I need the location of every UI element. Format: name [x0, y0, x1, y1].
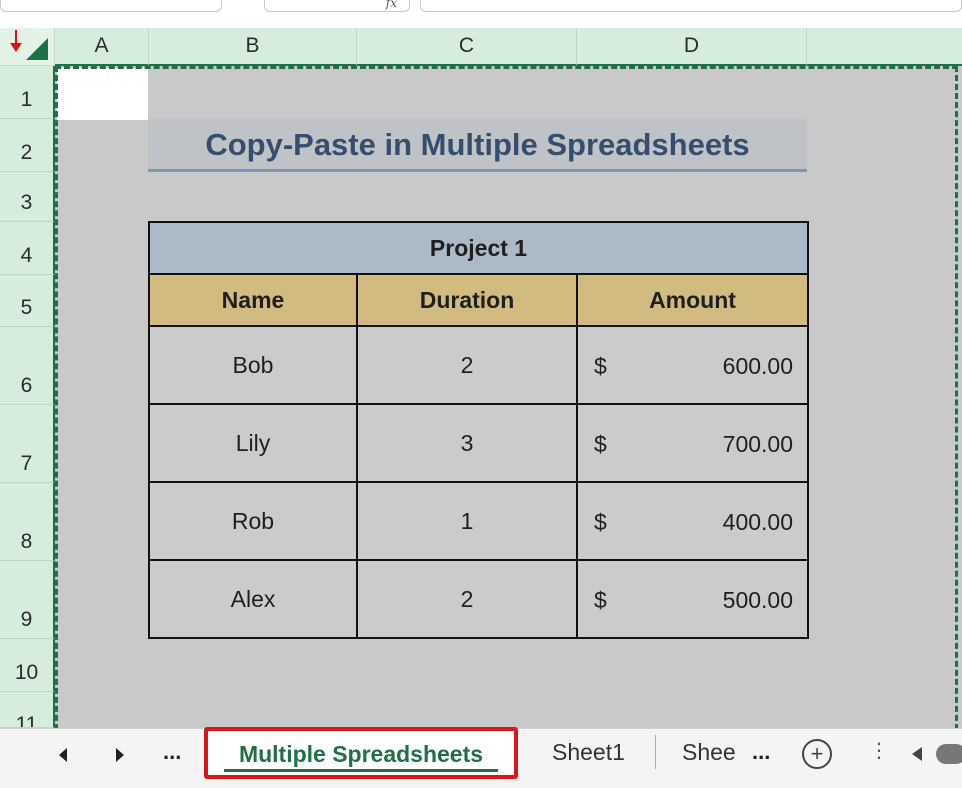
formula-input[interactable]	[420, 0, 962, 12]
duration-cell[interactable]: 2	[356, 325, 578, 405]
horizontal-scrollbar-thumb[interactable]	[936, 744, 962, 764]
amount-cell[interactable]: $ 700.00	[575, 403, 810, 483]
select-all-button[interactable]	[0, 28, 55, 66]
scroll-tabs-left-icon[interactable]	[59, 748, 67, 762]
project-header-cell[interactable]: Project 1	[147, 221, 810, 275]
fx-icon[interactable]: fx	[386, 0, 397, 10]
row-header-11[interactable]: 11	[0, 692, 55, 728]
add-sheet-icon[interactable]: +	[802, 739, 832, 769]
row-header-7[interactable]: 7	[0, 405, 55, 483]
currency-symbol: $	[594, 587, 607, 613]
name-cell[interactable]: Rob	[148, 481, 358, 561]
row-header-8[interactable]: 8	[0, 483, 55, 561]
tab-label: Multiple Spreadsheets	[238, 741, 484, 767]
tab-divider	[655, 735, 656, 769]
table-row: Bob 2 $ 600.00	[148, 325, 810, 405]
name-cell[interactable]: Alex	[148, 559, 358, 639]
amount-cell[interactable]: $ 600.00	[575, 325, 810, 405]
row-header-9[interactable]: 9	[0, 561, 55, 639]
worksheet-grid[interactable]: Copy-Paste in Multiple Spreadsheets Proj…	[55, 66, 962, 728]
duration-cell[interactable]: 2	[356, 559, 578, 639]
amount-value: 600.00	[722, 353, 794, 379]
sheet-tab-bar: ... Multiple Spreadsheets Sheet1 Shee ..…	[0, 727, 962, 788]
scroll-tabs-right-icon[interactable]	[116, 748, 124, 762]
tab-sheet1[interactable]: Sheet1	[552, 739, 625, 766]
amount-value: 400.00	[722, 509, 794, 535]
row-header-3[interactable]: 3	[0, 172, 55, 222]
currency-symbol: $	[594, 431, 607, 457]
red-arrow-annotation-icon	[10, 30, 22, 54]
amount-value: 500.00	[722, 587, 794, 613]
select-all-triangle-icon[interactable]	[26, 38, 48, 60]
table-row: Alex 2 $ 500.00	[148, 559, 810, 639]
amount-cell[interactable]: $ 500.00	[575, 559, 810, 639]
row-header-5[interactable]: 5	[0, 275, 55, 327]
tab-sheet2[interactable]: Shee	[682, 739, 736, 766]
horizontal-scroll-left-icon[interactable]	[912, 747, 922, 761]
formula-function-box[interactable]: fx	[264, 0, 410, 12]
amount-value: 700.00	[722, 431, 794, 457]
title-cell[interactable]: Copy-Paste in Multiple Spreadsheets	[148, 119, 807, 172]
sheet-title: Copy-Paste in Multiple Spreadsheets	[205, 127, 750, 162]
row-header-6[interactable]: 6	[0, 327, 55, 405]
active-tab-underline	[224, 769, 498, 772]
column-header-e[interactable]	[807, 28, 962, 66]
column-header-d[interactable]: D	[577, 28, 807, 66]
formula-bar-area: fx	[0, 0, 962, 28]
amount-cell[interactable]: $ 400.00	[575, 481, 810, 561]
name-header-cell[interactable]: Name	[148, 273, 358, 327]
more-tabs-right-button[interactable]: ...	[752, 739, 770, 765]
amount-header-cell[interactable]: Amount	[575, 273, 810, 327]
more-tabs-left-button[interactable]: ...	[163, 739, 181, 765]
name-cell[interactable]: Bob	[148, 325, 358, 405]
table-row: Lily 3 $ 700.00	[148, 403, 810, 483]
tab-options-icon[interactable]: ⋮	[869, 738, 889, 763]
row-header-1[interactable]: 1	[0, 66, 55, 119]
name-cell[interactable]: Lily	[148, 403, 358, 483]
project-table: Project 1 Name Duration Amount Bob 2 $ 6…	[147, 221, 810, 639]
duration-cell[interactable]: 3	[356, 403, 578, 483]
name-box[interactable]	[0, 0, 222, 12]
column-header-c[interactable]: C	[357, 28, 577, 66]
row-header-10[interactable]: 10	[0, 639, 55, 692]
cell-a1[interactable]	[57, 68, 148, 120]
row-header-4[interactable]: 4	[0, 222, 55, 275]
tab-multiple-spreadsheets[interactable]: Multiple Spreadsheets	[204, 727, 518, 779]
column-header-b[interactable]: B	[149, 28, 357, 66]
duration-cell[interactable]: 1	[356, 481, 578, 561]
column-header-a[interactable]: A	[55, 28, 149, 66]
row-header-2[interactable]: 2	[0, 119, 55, 172]
table-row: Rob 1 $ 400.00	[148, 481, 810, 561]
currency-symbol: $	[594, 509, 607, 535]
currency-symbol: $	[594, 353, 607, 379]
duration-header-cell[interactable]: Duration	[356, 273, 578, 327]
